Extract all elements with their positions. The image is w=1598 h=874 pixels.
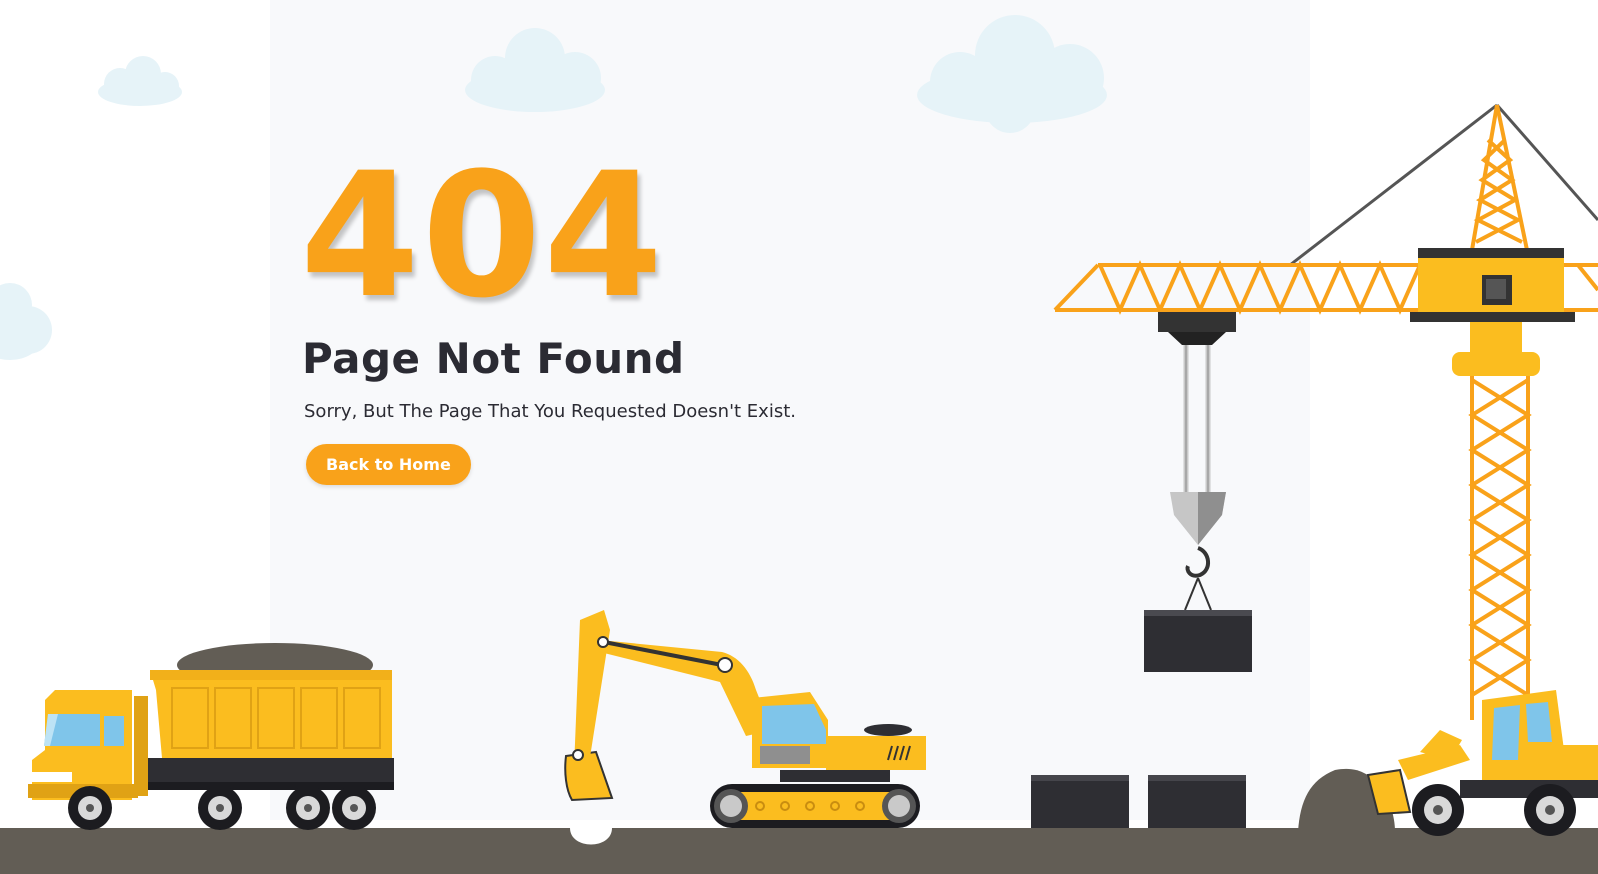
page-title: Page Not Found xyxy=(302,334,685,383)
barrel-icon xyxy=(1148,775,1246,832)
error-code: 404 xyxy=(300,135,666,336)
back-to-home-button[interactable]: Back to Home xyxy=(306,444,471,485)
error-content: 404 Page Not Found Sorry, But The Page T… xyxy=(300,150,920,485)
error-message: Sorry, But The Page That You Requested D… xyxy=(304,401,796,422)
barrel-icon xyxy=(1031,775,1129,832)
